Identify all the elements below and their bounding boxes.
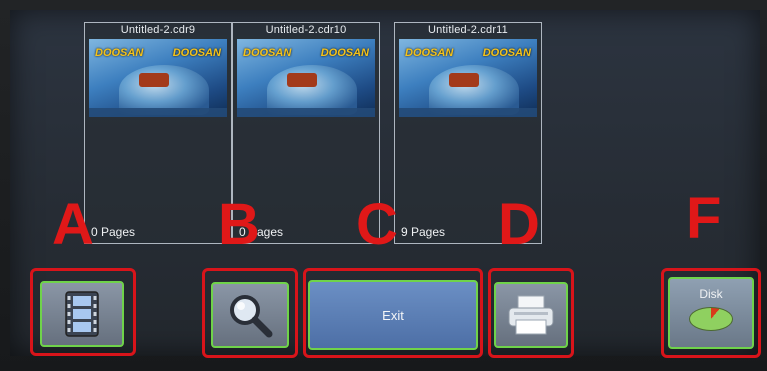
film-icon [65,291,99,337]
thumbnail-brand: DOOSAN [482,47,531,59]
file-panel[interactable]: Untitled-2.cdr9 DOOSAN DOOSAN 0 Pages [84,22,232,244]
file-name: Untitled-2.cdr9 [120,24,196,36]
annotation-letter-f: F [686,186,722,251]
print-button[interactable] [494,282,568,348]
printer-icon [508,295,554,335]
file-name: Untitled-2.cdr11 [427,24,509,36]
file-thumbnail: DOOSAN DOOSAN [399,39,537,117]
search-button[interactable] [211,282,289,348]
disk-label: Disk [699,287,723,301]
thumbnail-brand: DOOSAN [320,47,369,59]
thumbnail-brand: DOOSAN [243,47,292,59]
thumbnail-footer [399,108,537,117]
disk-usage-icon [689,307,733,331]
thumbnail-boat [139,73,169,87]
thumbnail-boat [449,73,479,87]
thumbnail-brand: DOOSAN [405,47,454,59]
annotation-letter-d: D [498,192,540,257]
page-count: 9 Pages [401,225,446,239]
thumbnail-brand: DOOSAN [95,47,144,59]
page-count: 0 Pages [91,225,136,239]
annotation-letter-b: B [218,192,260,257]
annotation-letter-c: C [356,192,398,257]
file-thumbnail: DOOSAN DOOSAN [89,39,227,117]
film-view-button[interactable] [40,281,124,347]
thumbnail-footer [89,108,227,117]
annotation-letter-a: A [52,192,94,257]
thumbnail-footer [237,108,375,117]
thumbnail-boat [287,73,317,87]
file-name: Untitled-2.cdr10 [265,24,347,36]
file-thumbnail: DOOSAN DOOSAN [237,39,375,117]
magnifier-icon [230,295,273,338]
disk-button[interactable]: Disk [668,277,754,349]
exit-button[interactable]: Exit [308,280,478,350]
thumbnail-brand: DOOSAN [172,47,221,59]
